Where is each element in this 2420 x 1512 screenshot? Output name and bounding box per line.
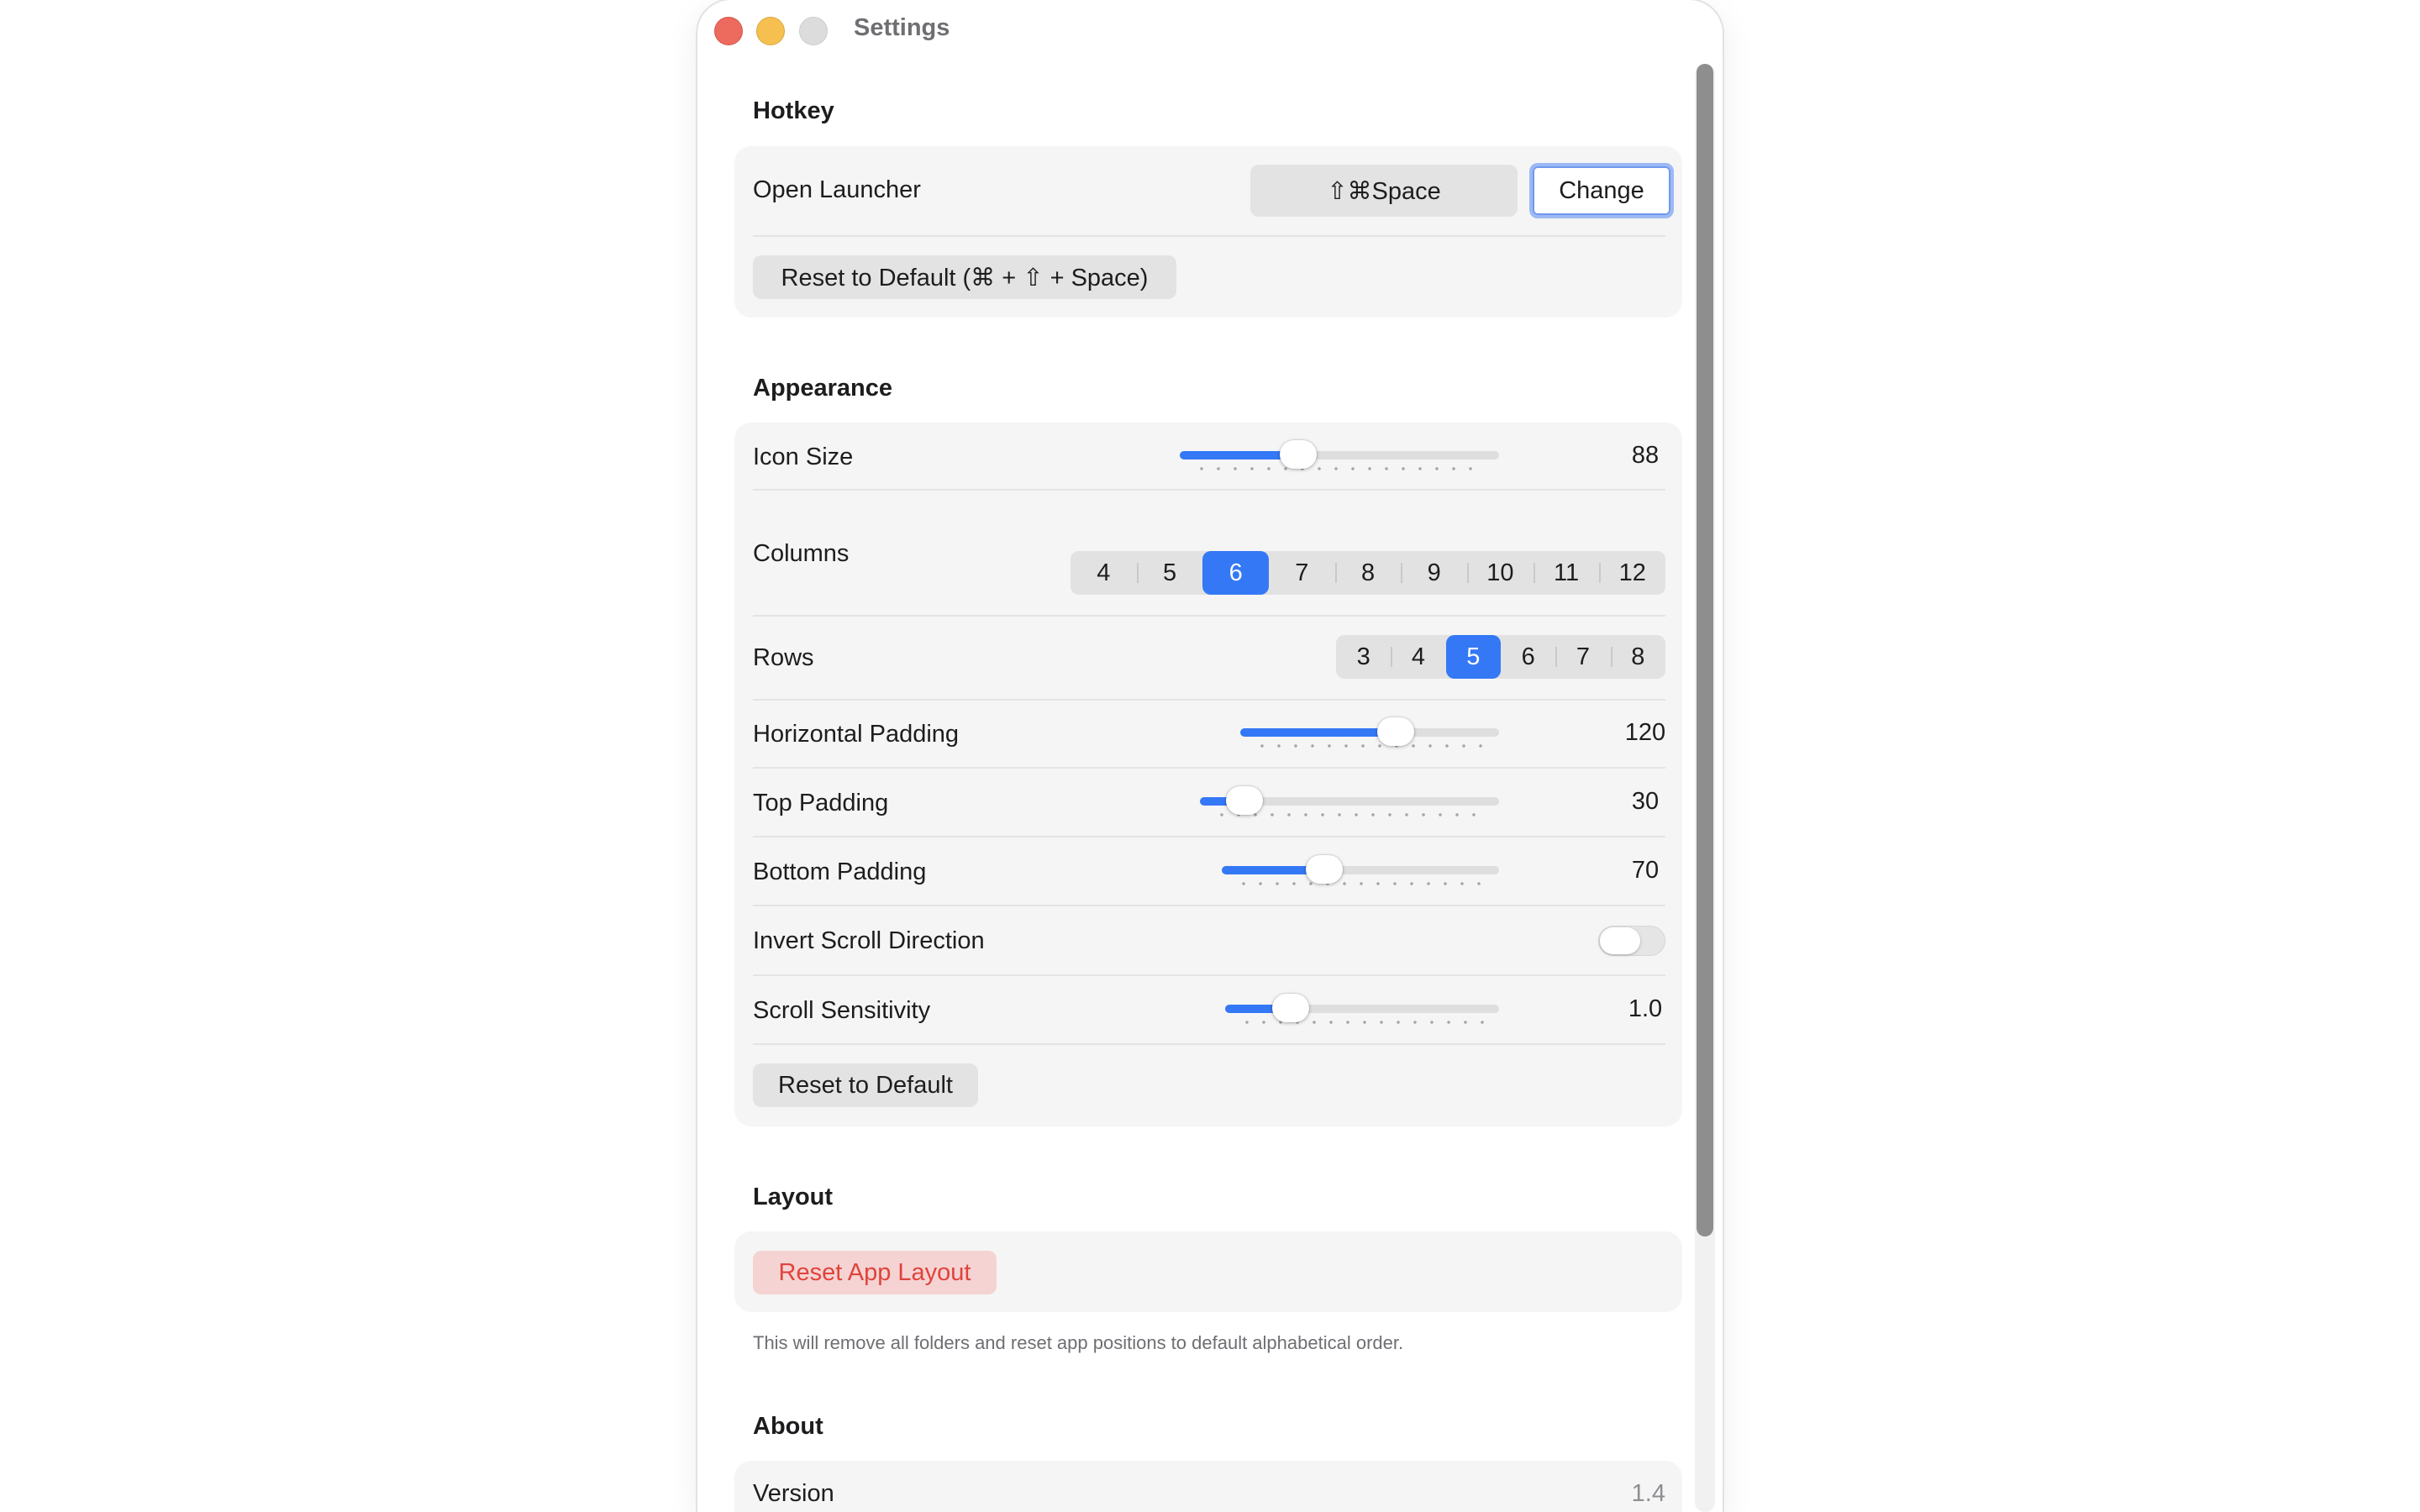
slider-ticks xyxy=(1239,1021,1486,1024)
slider-thumb[interactable] xyxy=(1226,786,1263,815)
slider-ticks xyxy=(1235,882,1486,885)
columns-option-6[interactable]: 6 xyxy=(1202,551,1270,595)
columns-option-5[interactable]: 5 xyxy=(1136,551,1203,595)
slider-thumb[interactable] xyxy=(1306,855,1343,884)
top-padding-label: Top Padding xyxy=(753,790,889,816)
reset-app-layout-button[interactable]: Reset App Layout xyxy=(753,1251,997,1294)
rows-option-7[interactable]: 7 xyxy=(1555,635,1610,679)
horizontal-padding-label: Horizontal Padding xyxy=(753,721,960,748)
scroll-sensitivity-value: 1.0 xyxy=(1628,995,1663,1022)
invert-scroll-label: Invert Scroll Direction xyxy=(753,927,985,954)
slider-thumb[interactable] xyxy=(1272,994,1309,1022)
rows-option-4[interactable]: 4 xyxy=(1391,635,1445,679)
scroll-sensitivity-slider[interactable] xyxy=(1225,994,1499,1027)
rows-option-5[interactable]: 5 xyxy=(1445,635,1501,679)
slider-thumb[interactable] xyxy=(1377,717,1414,746)
divider xyxy=(753,235,1665,237)
reset-appearance-button[interactable]: Reset to Default xyxy=(753,1063,978,1107)
columns-option-12[interactable]: 12 xyxy=(1599,551,1665,595)
invert-scroll-toggle[interactable] xyxy=(1598,926,1665,956)
top-padding-value: 30 xyxy=(1631,788,1660,815)
icon-size-slider[interactable] xyxy=(1180,440,1499,474)
columns-option-4[interactable]: 4 xyxy=(1071,551,1137,595)
version-label: Version xyxy=(753,1480,834,1507)
about-card xyxy=(734,1461,1682,1512)
rows-option-6[interactable]: 6 xyxy=(1501,635,1555,679)
hotkey-section-title: Hotkey xyxy=(753,97,834,124)
layout-section-title: Layout xyxy=(753,1184,834,1210)
reset-hotkey-button[interactable]: Reset to Default (⌘ + ⇧ + Space) xyxy=(753,255,1176,299)
open-launcher-label: Open Launcher xyxy=(753,176,921,203)
scrollbar-thumb[interactable] xyxy=(1697,64,1713,1236)
slider-ticks xyxy=(1193,467,1486,470)
about-section-title: About xyxy=(753,1413,823,1440)
top-padding-slider[interactable] xyxy=(1200,786,1499,820)
divider xyxy=(753,1043,1665,1045)
hotkey-shortcut-display[interactable]: ⇧⌘Space xyxy=(1250,165,1518,217)
horizontal-padding-slider[interactable] xyxy=(1240,717,1499,751)
zoom-window-button[interactable] xyxy=(799,17,828,45)
minimize-window-button[interactable] xyxy=(756,17,785,45)
bottom-padding-value: 70 xyxy=(1631,857,1660,884)
rows-option-8[interactable]: 8 xyxy=(1610,635,1665,679)
divider xyxy=(753,615,1665,617)
close-window-button[interactable] xyxy=(714,17,743,45)
columns-option-9[interactable]: 9 xyxy=(1401,551,1467,595)
columns-option-8[interactable]: 8 xyxy=(1334,551,1402,595)
columns-option-7[interactable]: 7 xyxy=(1269,551,1335,595)
settings-window: Settings Hotkey Open Launcher ⇧⌘Space Ch… xyxy=(697,0,1723,1512)
slider-ticks xyxy=(1254,744,1486,748)
columns-segmented-control: 4 5 6 7 8 9 10 11 12 xyxy=(1071,551,1665,595)
bottom-padding-slider[interactable] xyxy=(1222,855,1499,889)
columns-option-10[interactable]: 10 xyxy=(1467,551,1534,595)
columns-label: Columns xyxy=(753,540,850,567)
divider xyxy=(753,905,1665,906)
bottom-padding-label: Bottom Padding xyxy=(753,858,927,885)
slider-fill xyxy=(1240,728,1396,737)
rows-option-3[interactable]: 3 xyxy=(1336,635,1391,679)
change-hotkey-button[interactable]: Change xyxy=(1529,163,1674,218)
scroll-sensitivity-label: Scroll Sensitivity xyxy=(753,997,931,1024)
icon-size-value: 88 xyxy=(1631,442,1660,469)
layout-reset-note: This will remove all folders and reset a… xyxy=(753,1332,1404,1353)
toggle-knob xyxy=(1600,927,1640,954)
horizontal-padding-value: 120 xyxy=(1624,719,1666,746)
columns-option-11[interactable]: 11 xyxy=(1533,551,1600,595)
appearance-section-title: Appearance xyxy=(753,375,893,402)
slider-thumb[interactable] xyxy=(1280,440,1317,469)
version-value: 1.4 xyxy=(1631,1480,1665,1507)
divider xyxy=(753,489,1665,491)
divider xyxy=(753,767,1665,769)
divider xyxy=(753,836,1665,837)
window-title: Settings xyxy=(854,14,950,41)
rows-label: Rows xyxy=(753,644,814,671)
rows-segmented-control: 345678 xyxy=(1336,635,1665,679)
divider xyxy=(753,699,1665,701)
icon-size-label: Icon Size xyxy=(753,444,854,470)
divider xyxy=(753,974,1665,976)
